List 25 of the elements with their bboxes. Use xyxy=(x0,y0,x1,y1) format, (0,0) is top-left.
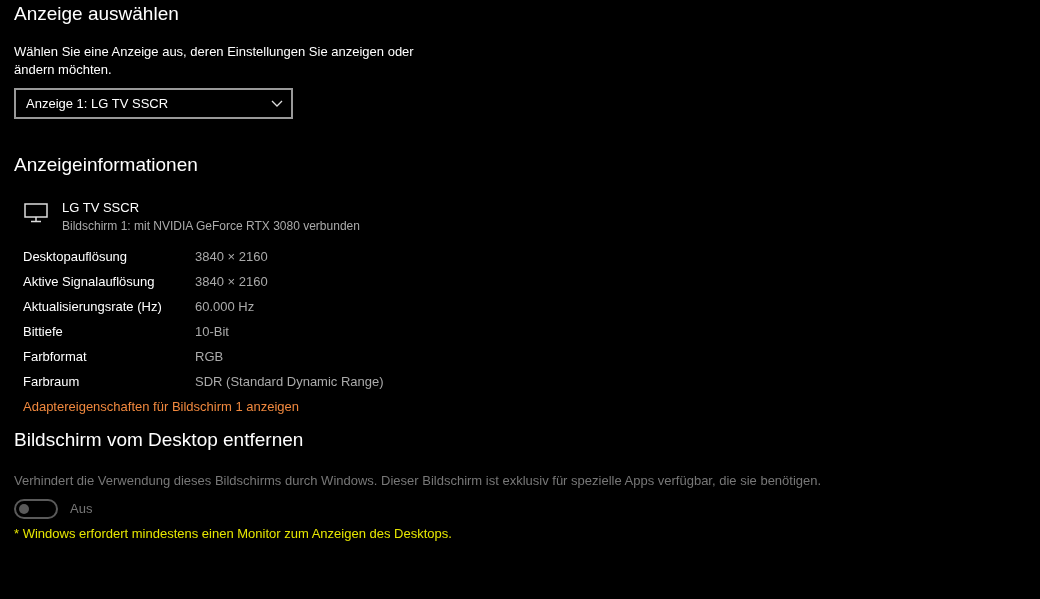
description: Wählen Sie eine Anzeige aus, deren Einstellungen Sie anzeigen oder ändern möchten. xyxy=(14,43,415,79)
description: Verhindert die Verwendung dieses Bildschirms durch Windows. Dieser Bildschirm ist exklusiv für spezielle Apps verfügbar, die sie benötigen. xyxy=(14,472,822,490)
note: * Windows erfordert mindestens einen Monitor zum Anzeigen des Desktops. xyxy=(14,525,452,543)
property-label: Aktive Signalauflösung xyxy=(23,272,156,291)
monitor-icon xyxy=(24,203,48,223)
adapter-properties-link[interactable]: Adaptereigenschaften für Bildschirm 1 anzeigen xyxy=(23,394,300,419)
toggle-label: Aus xyxy=(70,500,93,519)
section-heading: Anzeigeinformationen xyxy=(14,153,198,177)
monitor-name: LG TV SSCR xyxy=(62,199,140,217)
property-value: RGB xyxy=(195,347,224,366)
property-value: 60.000 Hz xyxy=(195,297,255,316)
property-value: 3840 × 2160 xyxy=(195,247,268,266)
property-label: Aktualisierungsrate (Hz) xyxy=(23,297,163,316)
property-label: Bittiefe xyxy=(23,322,64,341)
property-label: Desktopauflösung xyxy=(23,247,129,266)
chevron-down-icon xyxy=(271,99,283,108)
property-label: Farbformat xyxy=(23,347,88,366)
property-value: 3840 × 2160 xyxy=(195,272,268,291)
section-heading: Anzeige auswählen xyxy=(14,2,179,26)
section-heading: Bildschirm vom Desktop entfernen xyxy=(14,428,304,452)
property-value: 10-Bit xyxy=(195,322,229,341)
display-dropdown[interactable]: Anzeige 1: LG TV SSCR xyxy=(14,88,293,119)
property-value: SDR (Standard Dynamic Range) xyxy=(195,372,384,391)
property-label: Farbraum xyxy=(23,372,81,391)
monitor-subtitle: Bildschirm 1: mit NVIDIA GeForce RTX 3080 verbunden xyxy=(62,218,360,235)
